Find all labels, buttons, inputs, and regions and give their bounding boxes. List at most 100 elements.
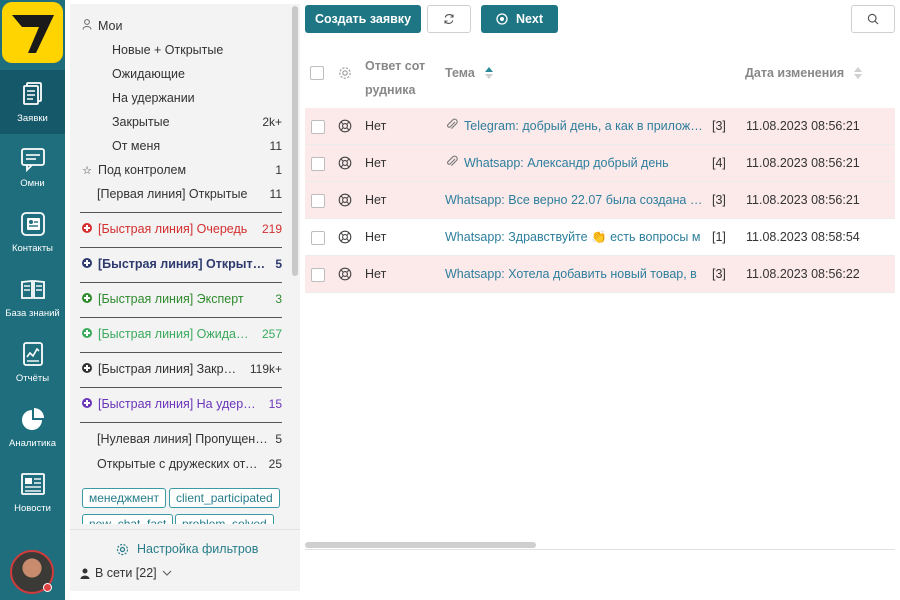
paperclip-icon	[445, 118, 458, 134]
row-checkbox[interactable]	[311, 120, 325, 134]
filter-fast-line-waiting[interactable]: [Быстрая линия] Ожидающие 257	[80, 323, 282, 345]
lifebuoy-icon	[338, 193, 352, 207]
sort-icon	[854, 67, 863, 79]
status-dot	[43, 583, 52, 592]
ticket-list-panel: Создать заявку Next Ответ сот рудника Те…	[305, 0, 900, 600]
horizontal-scrollbar[interactable]	[305, 540, 895, 550]
rail-item-omni[interactable]: Омни	[0, 135, 65, 199]
filter-count: 15	[268, 397, 282, 411]
app-logo[interactable]	[2, 2, 63, 63]
filter-first-line[interactable]: [Первая линия] Открытые 11	[97, 183, 282, 205]
user-icon	[80, 19, 94, 33]
plus-circle-icon	[82, 257, 92, 268]
tickets-icon	[22, 81, 42, 105]
plus-circle-icon	[82, 362, 92, 373]
reply-cell: Нет	[365, 267, 387, 281]
rail-item-analytics[interactable]: Аналитика	[0, 395, 65, 459]
gear-icon[interactable]	[338, 66, 352, 80]
reply-cell: Нет	[365, 230, 387, 244]
rail-item-contacts[interactable]: Контакты	[0, 200, 65, 264]
subject-link[interactable]: Whatsapp: Хотела добавить новый товар, в	[445, 267, 697, 281]
table-row[interactable]: Нет Telegram: добрый день, а как в прило…	[305, 108, 895, 145]
plus-circle-icon	[82, 292, 92, 303]
filter-fast-line-on-hold[interactable]: [Быстрая линия] На удержании 15	[80, 393, 282, 415]
filter-settings-label: Настройка фильтров	[137, 542, 259, 556]
filter-count: 11	[269, 139, 282, 153]
column-header-modified[interactable]: Дата изменения	[745, 66, 863, 80]
rail-label: Контакты	[11, 242, 54, 254]
rail-item-knowledge-base[interactable]: База знаний	[0, 265, 65, 329]
filter-count: 5	[275, 432, 282, 446]
rail-item-news[interactable]: Новости	[0, 460, 65, 524]
filter-item[interactable]: Ожидающие	[112, 63, 286, 85]
filter-fast-line-closed[interactable]: [Быстрая линия] Закрытые 119k+	[80, 358, 282, 380]
modified-date: 11.08.2023 08:58:54	[746, 230, 860, 244]
subject-link[interactable]: Whatsapp: Здравствуйте 👏 есть вопросы м	[445, 230, 700, 245]
modified-date: 11.08.2023 08:56:21	[746, 119, 860, 133]
row-checkbox[interactable]	[311, 231, 325, 245]
online-users-dropdown[interactable]: В сети [22]	[80, 566, 172, 580]
reply-cell: Нет	[365, 119, 387, 133]
row-checkbox[interactable]	[311, 194, 325, 208]
filter-count: 119k+	[249, 362, 282, 376]
left-nav-rail: Заявки Омни Контакты База знаний Отчёты …	[0, 0, 65, 600]
table-row[interactable]: Нет Whatsapp: Хотела добавить новый това…	[305, 256, 895, 293]
sidebar-scrollbar[interactable]	[292, 6, 298, 276]
pie-chart-icon	[21, 407, 44, 430]
divider	[80, 422, 282, 423]
next-button[interactable]: Next	[481, 5, 558, 33]
tag-chip[interactable]: client_participated	[169, 488, 280, 508]
filter-label: Новые + Открытые	[112, 43, 224, 57]
filter-sidebar: Мои Новые + Открытые Ожидающие На удержа…	[70, 4, 300, 591]
filter-friendly-departments[interactable]: Открытые с дружеских отделов 25	[97, 453, 282, 475]
table-row[interactable]: Нет Whatsapp: Все верно 22.07 была созда…	[305, 182, 895, 219]
refresh-button[interactable]	[427, 5, 471, 33]
filter-item[interactable]: Новые + Открытые	[112, 39, 286, 61]
table-row[interactable]: Нет Whatsapp: Александр добрый день [4] …	[305, 145, 895, 182]
filter-under-control[interactable]: ☆ Под контролем 1	[80, 159, 282, 181]
filter-footer: Настройка фильтров В сети [22]	[70, 529, 300, 591]
tag-chip[interactable]: менеджмент	[82, 488, 167, 508]
column-header-label: Дата изменения	[745, 66, 845, 80]
rail-label: Новости	[14, 502, 51, 514]
filter-fast-line-queue[interactable]: [Быстрая линия] Очередь 219	[80, 218, 282, 240]
filter-label: На удержании	[112, 91, 195, 105]
tag-chip[interactable]: new_chat_fast	[82, 514, 174, 524]
tag-chip[interactable]: problem_solved	[175, 514, 274, 524]
filter-fast-line-expert[interactable]: [Быстрая линия] Эксперт 3	[80, 288, 282, 310]
filter-item[interactable]: От меня 11	[112, 135, 282, 157]
filter-label: Ожидающие	[112, 67, 185, 81]
rail-label: База знаний	[5, 307, 60, 319]
filter-label: Открытые с дружеских отделов	[97, 457, 263, 471]
filter-fast-line-open[interactable]: [Быстрая линия] Открытые 5	[80, 253, 282, 275]
rail-item-reports[interactable]: Отчёты	[0, 330, 65, 394]
column-header-reply[interactable]: Ответ сот рудника	[365, 54, 429, 102]
select-all-checkbox[interactable]	[310, 66, 324, 80]
modified-date: 11.08.2023 08:56:21	[746, 193, 860, 207]
subject-link[interactable]: Telegram: добрый день, а как в приложени…	[464, 119, 708, 133]
column-header-subject[interactable]: Тема	[445, 66, 494, 80]
subject-link[interactable]: Whatsapp: Все верно 22.07 была создана з…	[445, 193, 708, 207]
filter-item[interactable]: Закрытые 2k+	[112, 111, 282, 133]
chevron-down-icon	[162, 570, 172, 576]
row-checkbox[interactable]	[311, 268, 325, 282]
filter-count: 5	[275, 257, 282, 271]
subject-link[interactable]: Whatsapp: Александр добрый день	[464, 156, 669, 170]
filter-label: [Нулевая линия] Пропущенные	[97, 432, 270, 446]
play-circle-icon	[496, 13, 508, 25]
table-header: Ответ сот рудника Тема Дата изменения	[305, 44, 895, 106]
search-button[interactable]	[851, 5, 895, 33]
scrollbar-thumb[interactable]	[305, 542, 536, 548]
filter-label: Под контролем	[98, 163, 187, 177]
filter-settings-link[interactable]: Настройка фильтров	[116, 542, 258, 556]
filter-group-mine[interactable]: Мои	[80, 15, 286, 37]
plus-circle-icon	[82, 397, 92, 408]
filter-item[interactable]: На удержании	[112, 87, 286, 109]
filter-count: 11	[269, 187, 282, 201]
row-checkbox[interactable]	[311, 157, 325, 171]
table-row[interactable]: Нет Whatsapp: Здравствуйте 👏 есть вопрос…	[305, 219, 895, 256]
filter-zero-line[interactable]: [Нулевая линия] Пропущенные 5	[97, 428, 282, 450]
create-ticket-button[interactable]: Создать заявку	[305, 5, 421, 33]
logo-mark-icon	[11, 14, 54, 53]
rail-item-tickets[interactable]: Заявки	[0, 70, 65, 134]
